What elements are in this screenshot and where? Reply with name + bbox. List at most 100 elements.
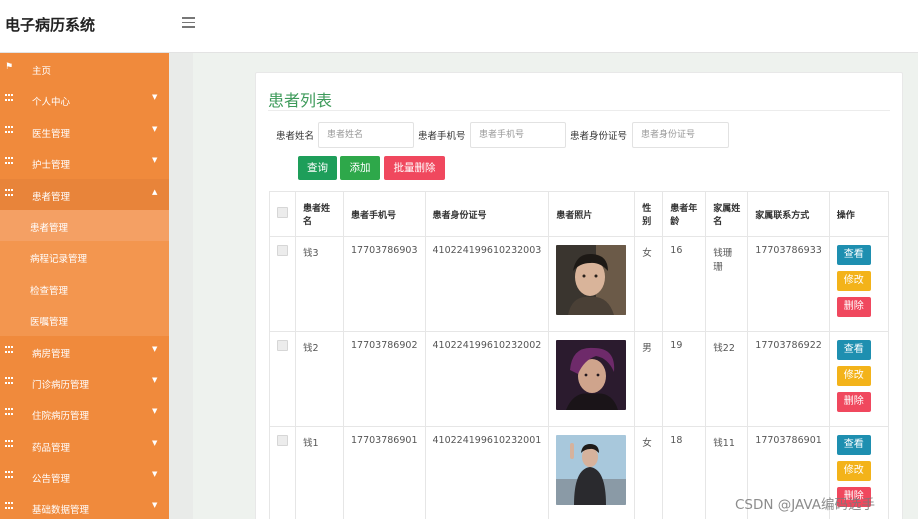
col-header-idcard: 患者身份证号 xyxy=(424,191,550,237)
patient-name-label: 患者姓名 xyxy=(276,131,315,142)
patient-photo[interactable] xyxy=(556,340,627,410)
sidebar-item-ward[interactable]: 病房管理 ▼ xyxy=(0,336,169,367)
grid-icon xyxy=(5,408,14,417)
select-all-cell xyxy=(269,191,296,237)
top-bar: 电子病历系统 xyxy=(0,0,918,53)
cell-idcard: 410224199610232001 xyxy=(424,426,550,519)
sidebar-subitem-patient[interactable]: 患者管理 xyxy=(0,209,169,242)
grid-icon xyxy=(5,345,14,355)
patient-name-input[interactable] xyxy=(318,122,414,148)
patient-photo[interactable] xyxy=(556,245,627,315)
sidebar-subitem-medical-order[interactable]: 医嘱管理 xyxy=(0,304,169,336)
cell-family-name: 钱珊珊 xyxy=(705,236,749,332)
query-button[interactable]: 查询 xyxy=(298,156,337,180)
chevron-down-icon: ▼ xyxy=(152,407,158,416)
batch-delete-button[interactable]: 批量删除 xyxy=(384,156,445,180)
content-gutter xyxy=(169,53,193,519)
sidebar-item-home[interactable]: ⚑ 主页 xyxy=(0,53,169,84)
cell-idcard: 410224199610232002 xyxy=(424,331,550,427)
cell-age: 19 xyxy=(662,331,707,427)
sidebar-item-notice[interactable]: 公告管理 ▼ xyxy=(0,461,169,492)
grid-icon xyxy=(5,502,14,511)
patient-idcard-input[interactable] xyxy=(632,122,729,148)
grid-icon xyxy=(5,94,14,103)
row-checkbox[interactable] xyxy=(277,340,288,351)
title-divider xyxy=(268,110,890,111)
col-header-age: 患者年龄 xyxy=(662,191,707,237)
sidebar-item-outpatient-record[interactable]: 门诊病历管理 ▼ xyxy=(0,367,169,398)
menu-toggle-icon[interactable] xyxy=(182,17,195,28)
edit-button[interactable]: 修改 xyxy=(836,461,871,481)
cell-age: 16 xyxy=(662,236,707,332)
delete-button[interactable]: 删除 xyxy=(836,297,871,317)
watermark: CSDN @JAVA编码选手 xyxy=(735,497,876,513)
flag-icon: ⚑ xyxy=(5,62,14,72)
cell-gender: 女 xyxy=(634,236,664,332)
chevron-down-icon: ▼ xyxy=(152,438,158,447)
patient-photo[interactable] xyxy=(556,435,627,505)
chevron-down-icon: ▼ xyxy=(152,344,158,353)
row-checkbox[interactable] xyxy=(277,245,288,256)
table-row: 钱2 17703786902 410224199610232002 男 19 钱… xyxy=(269,331,890,427)
col-header-phone: 患者手机号 xyxy=(343,191,426,237)
sidebar-subitem-examination[interactable]: 检查管理 xyxy=(0,272,169,305)
col-header-actions: 操作 xyxy=(828,191,890,237)
view-button[interactable]: 查看 xyxy=(836,340,871,360)
patient-phone-label: 患者手机号 xyxy=(418,131,466,142)
cell-phone: 17703786901 xyxy=(343,426,426,519)
grid-icon xyxy=(5,439,14,449)
table-header-row: 患者姓名 患者手机号 患者身份证号 患者照片 性别 患者年龄 家属姓名 家属联系… xyxy=(269,191,890,237)
chevron-down-icon: ▼ xyxy=(152,375,158,384)
cell-age: 18 xyxy=(662,426,707,519)
chevron-down-icon: ▼ xyxy=(152,124,158,133)
sidebar-item-personal-center[interactable]: 个人中心 ▼ xyxy=(0,84,169,115)
cell-gender: 女 xyxy=(634,426,664,519)
col-header-gender: 性别 xyxy=(634,191,664,237)
chevron-down-icon: ▼ xyxy=(152,501,158,510)
cell-idcard: 410224199610232003 xyxy=(424,236,550,332)
patient-list-panel: 患者列表 患者姓名 患者手机号 患者身份证号 查询 添加 批量删除 患者姓名 患… xyxy=(255,72,903,519)
app-title: 电子病历系统 xyxy=(5,16,96,34)
grid-icon xyxy=(5,125,14,135)
patient-phone-input[interactable] xyxy=(470,122,566,148)
sidebar-item-patient[interactable]: 患者管理 ▲ xyxy=(0,178,169,210)
cell-name: 钱2 xyxy=(295,331,344,427)
chevron-down-icon: ▼ xyxy=(152,156,158,165)
patient-idcard-label: 患者身份证号 xyxy=(570,131,628,142)
chevron-down-icon: ▼ xyxy=(152,93,158,102)
chevron-up-icon: ▲ xyxy=(152,187,158,196)
delete-button[interactable]: 删除 xyxy=(836,392,871,412)
grid-icon xyxy=(5,471,14,480)
cell-family-name: 钱22 xyxy=(705,331,749,427)
sidebar: ⚑ 主页 个人中心 ▼ 医生管理 ▼ 护士管理 ▼ 患者管理 ▲ 患者管理 病程… xyxy=(0,53,169,519)
cell-phone: 17703786903 xyxy=(343,236,426,332)
add-button[interactable]: 添加 xyxy=(340,156,380,180)
patient-table: 患者姓名 患者手机号 患者身份证号 患者照片 性别 患者年龄 家属姓名 家属联系… xyxy=(269,191,890,519)
view-button[interactable]: 查看 xyxy=(836,245,871,265)
col-header-photo: 患者照片 xyxy=(548,191,636,237)
cell-phone: 17703786902 xyxy=(343,331,426,427)
col-header-name: 患者姓名 xyxy=(295,191,344,237)
sidebar-item-doctor[interactable]: 医生管理 ▼ xyxy=(0,116,169,147)
select-all-checkbox[interactable] xyxy=(277,207,288,218)
cell-family-phone: 17703786922 xyxy=(747,331,830,427)
edit-button[interactable]: 修改 xyxy=(836,271,871,291)
sidebar-item-inpatient-record[interactable]: 住院病历管理 ▼ xyxy=(0,398,169,429)
cell-family-phone: 17703786933 xyxy=(747,236,830,332)
sidebar-item-base-data[interactable]: 基础数据管理 ▼ xyxy=(0,492,169,519)
sidebar-subitem-course-record[interactable]: 病程记录管理 xyxy=(0,241,169,273)
cell-actions: 查看 修改 删除 xyxy=(828,331,890,427)
sidebar-item-medicine[interactable]: 药品管理 ▼ xyxy=(0,430,169,461)
cell-name: 钱1 xyxy=(295,426,344,519)
sidebar-item-nurse[interactable]: 护士管理 ▼ xyxy=(0,147,169,178)
edit-button[interactable]: 修改 xyxy=(836,366,871,386)
chevron-down-icon: ▼ xyxy=(152,470,158,479)
cell-gender: 男 xyxy=(634,331,664,427)
grid-icon xyxy=(5,376,14,386)
grid-icon xyxy=(5,157,14,166)
table-row: 钱3 17703786903 410224199610232003 女 16 钱… xyxy=(269,236,890,332)
view-button[interactable]: 查看 xyxy=(836,435,871,455)
cell-actions: 查看 修改 删除 xyxy=(828,236,890,332)
row-checkbox[interactable] xyxy=(277,435,288,446)
grid-icon xyxy=(5,188,14,198)
